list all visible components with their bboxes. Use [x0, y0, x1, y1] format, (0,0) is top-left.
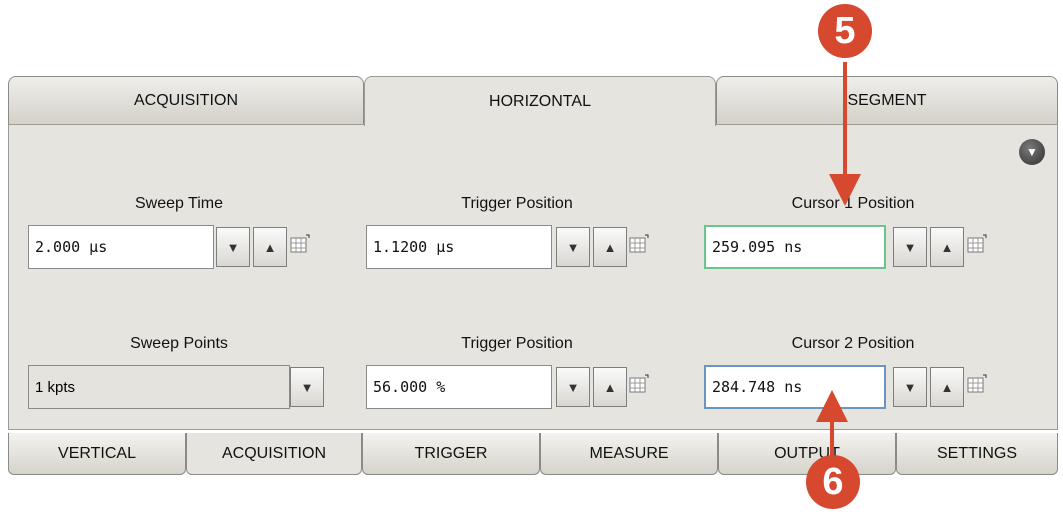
annotation-marker-5: 5	[818, 4, 872, 58]
annotation-arrows	[816, 62, 861, 458]
annotation-marker-6: 6	[806, 455, 860, 509]
